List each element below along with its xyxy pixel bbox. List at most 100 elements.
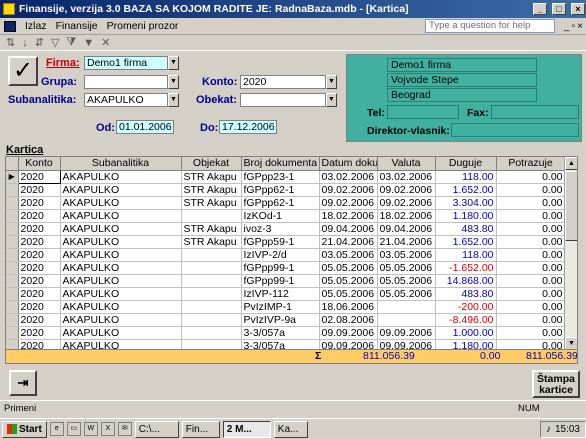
menu-izlaz[interactable]: Izlaz [25, 20, 47, 32]
row-selector[interactable] [6, 222, 19, 236]
row-selector[interactable] [6, 235, 19, 249]
table-cell[interactable]: 05.05.2006 [377, 287, 436, 301]
table-cell[interactable]: 1.652.00 [435, 235, 497, 249]
task-button-finansije[interactable]: Fin... [181, 420, 220, 438]
sort-descending-icon[interactable]: ↓ [22, 37, 28, 49]
filter-form-icon[interactable]: ⧩ [66, 36, 76, 49]
task-button-kartica[interactable]: Ka... [273, 420, 308, 438]
table-cell[interactable]: 2020 [18, 274, 61, 288]
column-header[interactable]: Objekat [181, 157, 242, 171]
quicklaunch-ie-icon[interactable]: e [49, 422, 64, 436]
column-header[interactable]: Subanalitika [60, 157, 182, 171]
obekat-select[interactable]: ▼ [240, 93, 337, 107]
sort-alt-icon[interactable]: ⇵ [35, 36, 44, 49]
table-cell[interactable]: 1.180.00 [435, 209, 497, 223]
column-header[interactable]: Konto [18, 157, 61, 171]
table-cell[interactable]: IzKOd-1 [241, 209, 320, 223]
table-cell[interactable]: 2020 [18, 287, 61, 301]
table-cell[interactable]: AKAPULKO [60, 326, 182, 340]
do-date-input[interactable]: 17.12.2006 [219, 120, 277, 134]
help-search-input[interactable]: Type a question for help [425, 19, 556, 33]
table-row[interactable]: 2020 AKAPULKO PvIzIMP-1 18.06.2006 -200.00 0.… [6, 300, 566, 314]
chevron-down-icon[interactable]: ▼ [168, 93, 179, 107]
table-cell[interactable]: 09.02.2006 [319, 183, 378, 197]
table-cell[interactable]: 0.00 [496, 326, 566, 340]
table-cell[interactable]: 09.04.2006 [377, 222, 436, 236]
table-cell[interactable]: AKAPULKO [60, 274, 182, 288]
table-cell[interactable]: fGPpp99-1 [241, 261, 320, 275]
table-cell[interactable]: 18.02.2006 [319, 209, 378, 223]
firma-select[interactable]: Demo1 firma ▼ [84, 56, 179, 70]
table-row[interactable]: 2020 AKAPULKO STR Akapu fGPpp59-1 21.04.2006… [6, 235, 566, 249]
table-cell[interactable]: 18.06.2006 [319, 300, 378, 314]
table-cell[interactable]: 0.00 [496, 313, 566, 327]
table-cell[interactable] [181, 300, 242, 314]
table-row[interactable]: 2020 AKAPULKO PvIzIVP-9a 02.08.2006 -8.496.0… [6, 313, 566, 327]
quicklaunch-word-icon[interactable]: W [83, 422, 98, 436]
table-cell[interactable]: 2020 [18, 235, 61, 249]
table-cell[interactable]: PvIzIVP-9a [241, 313, 320, 327]
table-row[interactable]: 2020 AKAPULKO IzKOd-1 18.02.2006 18.02.2006 1… [6, 209, 566, 223]
row-selector[interactable] [6, 248, 19, 262]
chevron-down-icon[interactable]: ▼ [326, 93, 337, 107]
table-cell[interactable]: IzIVP-2/d [241, 248, 320, 262]
table-cell[interactable]: fGPpp99-1 [241, 274, 320, 288]
table-row[interactable]: 2020 AKAPULKO STR Akapu fGPpp62-1 09.02.2006… [6, 196, 566, 210]
table-cell[interactable]: 2020 [18, 222, 61, 236]
table-cell[interactable]: fGPpp62-1 [241, 196, 320, 210]
table-cell[interactable] [181, 326, 242, 340]
table-cell[interactable]: 2020 [18, 183, 61, 197]
table-cell[interactable]: fGPpp62-1 [241, 183, 320, 197]
konto-select[interactable]: 2020 ▼ [240, 75, 337, 89]
table-cell[interactable]: AKAPULKO [60, 209, 182, 223]
row-selector[interactable] [6, 326, 19, 340]
table-cell[interactable]: 02.08.2006 [319, 313, 378, 327]
table-cell[interactable]: 09.04.2006 [319, 222, 378, 236]
table-cell[interactable]: fGPpp59-1 [241, 235, 320, 249]
scroll-up-icon[interactable]: ▲ [565, 157, 577, 170]
table-row[interactable]: 2020 AKAPULKO 3-3/057a 09.09.2006 09.09.2006… [6, 326, 566, 340]
scroll-thumb[interactable] [565, 171, 577, 241]
row-selector[interactable] [6, 196, 19, 210]
table-cell[interactable] [181, 287, 242, 301]
table-cell[interactable]: 0.00 [496, 235, 566, 249]
table-row[interactable]: 2020 AKAPULKO STR Akapu fGPpp62-1 09.02.2006… [6, 183, 566, 197]
table-cell[interactable] [181, 248, 242, 262]
table-cell[interactable] [181, 261, 242, 275]
table-cell[interactable]: AKAPULKO [60, 183, 182, 197]
table-cell[interactable]: 0.00 [496, 222, 566, 236]
table-cell[interactable]: 0.00 [496, 183, 566, 197]
table-cell[interactable]: 2020 [18, 313, 61, 327]
filter-selection-icon[interactable]: ▽ [51, 36, 59, 49]
table-cell[interactable]: 03.02.2006 [377, 170, 436, 184]
task-button-explorer[interactable]: C:\... [134, 420, 179, 438]
clock[interactable]: 15:03 [555, 422, 580, 437]
row-selector[interactable] [6, 313, 19, 327]
table-cell[interactable]: -1.652.00 [435, 261, 497, 275]
chevron-down-icon[interactable]: ▼ [168, 75, 179, 89]
table-cell[interactable]: 2020 [18, 209, 61, 223]
menu-finansije[interactable]: Finansije [56, 20, 98, 32]
table-cell[interactable]: 2020 [18, 261, 61, 275]
table-cell[interactable]: AKAPULKO [60, 235, 182, 249]
table-cell[interactable]: 0.00 [496, 209, 566, 223]
od-date-input[interactable]: 01.01.2006 [116, 120, 174, 134]
quicklaunch-desktop-icon[interactable]: ▭ [66, 422, 81, 436]
table-cell[interactable]: 2020 [18, 326, 61, 340]
table-row[interactable]: 2020 AKAPULKO IzIVP-112 05.05.2006 05.05.200… [6, 287, 566, 301]
table-cell[interactable]: STR Akapu [181, 235, 242, 249]
table-cell[interactable]: -200.00 [435, 300, 497, 314]
maximize-button[interactable]: □ [552, 3, 566, 15]
table-cell[interactable]: AKAPULKO [60, 313, 182, 327]
doc-close-icon[interactable]: × [577, 21, 583, 32]
table-cell[interactable] [181, 274, 242, 288]
table-cell[interactable]: 2020 [18, 196, 61, 210]
row-selector[interactable] [6, 183, 19, 197]
table-cell[interactable]: 118.00 [435, 170, 497, 184]
table-cell[interactable]: STR Akapu [181, 196, 242, 210]
doc-minimize-icon[interactable]: _ [564, 21, 570, 32]
table-cell[interactable]: 483.80 [435, 287, 497, 301]
table-cell[interactable]: 1.652.00 [435, 183, 497, 197]
quicklaunch-excel-icon[interactable]: X [100, 422, 115, 436]
table-cell[interactable] [377, 313, 436, 327]
